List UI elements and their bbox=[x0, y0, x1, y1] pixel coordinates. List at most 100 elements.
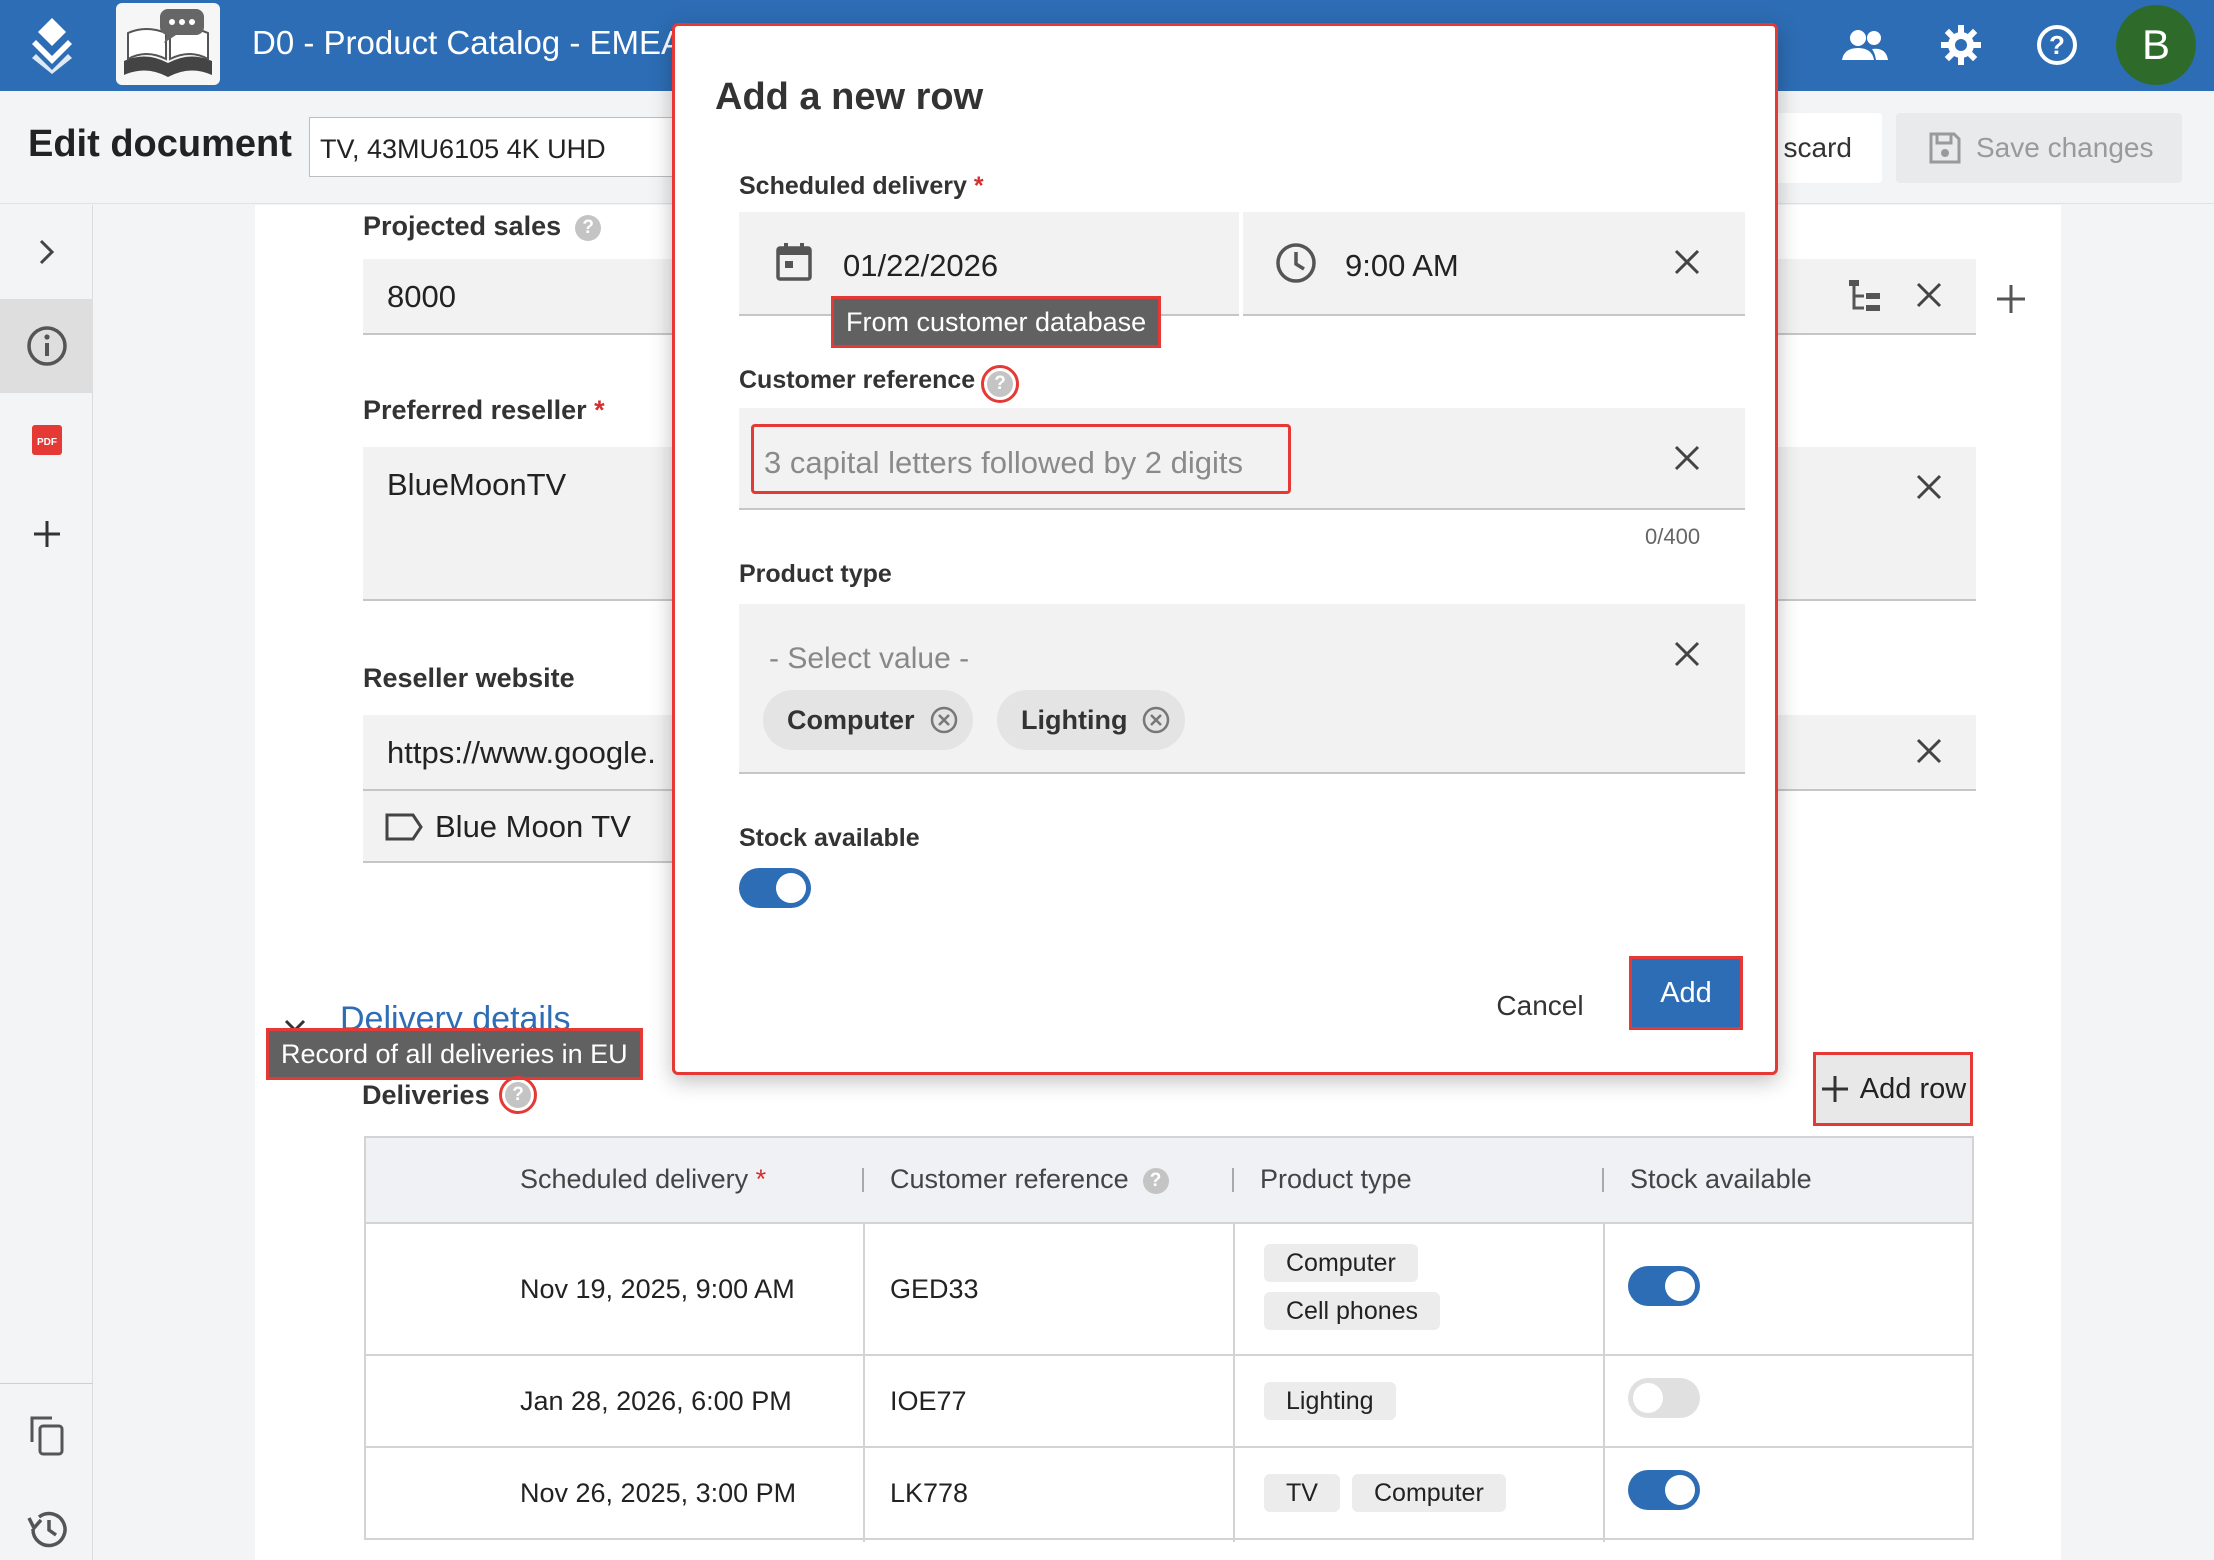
add-row-button[interactable]: Add row bbox=[1813, 1052, 1973, 1126]
copy-button[interactable] bbox=[0, 1388, 93, 1482]
cell-scheduled-delivery: Jan 28, 2026, 6:00 PM bbox=[520, 1386, 792, 1416]
product-type-chip: TV bbox=[1264, 1474, 1340, 1512]
delivery-tooltip: Record of all deliveries in EU bbox=[266, 1028, 643, 1080]
date-time-divider bbox=[1239, 212, 1243, 316]
scheduled-delivery-label: Scheduled delivery * bbox=[739, 172, 984, 201]
app-thumbnail[interactable] bbox=[116, 3, 220, 85]
table-row[interactable]: Nov 26, 2025, 3:00 PM LK778 TV Computer bbox=[366, 1448, 1972, 1540]
product-chip-label: Computer bbox=[787, 704, 915, 735]
required-mark: * bbox=[973, 172, 984, 200]
add-button[interactable] bbox=[0, 487, 93, 581]
document-name-field[interactable]: TV, 43MU6105 4K UHD bbox=[309, 117, 689, 177]
cell-customer-reference: LK778 bbox=[890, 1478, 969, 1508]
product-type-chip: Cell phones bbox=[1264, 1292, 1441, 1330]
projected-sales-label: Projected sales? bbox=[363, 211, 602, 242]
clear-icon[interactable] bbox=[1907, 729, 1951, 773]
customer-reference-label: Customer reference bbox=[739, 366, 976, 394]
customer-reference-field[interactable]: 3 capital letters followed by 2 digits bbox=[739, 408, 1745, 510]
stock-toggle[interactable] bbox=[1628, 1378, 1700, 1418]
required-mark: * bbox=[755, 1164, 767, 1194]
stock-available-toggle[interactable] bbox=[739, 868, 811, 908]
expand-rail-button[interactable] bbox=[0, 205, 93, 299]
save-changes-button[interactable]: Save changes bbox=[1896, 113, 2182, 183]
save-changes-label: Save changes bbox=[1976, 132, 2154, 163]
column-header-stock-available[interactable]: Stock available bbox=[1630, 1164, 1812, 1195]
calendar-icon[interactable] bbox=[775, 242, 813, 282]
save-icon bbox=[1929, 132, 1961, 164]
product-type-label: Product type bbox=[739, 560, 892, 588]
add-button[interactable]: Add bbox=[1629, 956, 1743, 1030]
time-input[interactable]: 9:00 AM bbox=[1345, 248, 1459, 284]
column-header-customer-reference[interactable]: Customer reference? bbox=[890, 1164, 1169, 1195]
plus-icon bbox=[33, 521, 60, 547]
pdf-icon: PDF bbox=[31, 425, 62, 455]
customer-reference-help-icon[interactable]: ? bbox=[981, 365, 1019, 403]
reseller-website-label: Reseller website bbox=[363, 663, 575, 693]
reseller-link-label: Blue Moon TV bbox=[435, 809, 631, 844]
column-resize-handle[interactable] bbox=[1602, 1168, 1604, 1192]
cell-scheduled-delivery: Nov 26, 2025, 3:00 PM bbox=[520, 1478, 797, 1508]
cell-scheduled-delivery: Nov 19, 2025, 9:00 AM bbox=[520, 1274, 795, 1304]
column-resize-handle[interactable] bbox=[862, 1168, 864, 1192]
add-row-dialog: Add a new row Scheduled delivery * 01/22… bbox=[672, 23, 1778, 1075]
remove-chip-icon[interactable] bbox=[1141, 705, 1171, 735]
clear-icon[interactable] bbox=[1907, 273, 1951, 317]
projected-sales-label-text: Projected sales bbox=[363, 211, 562, 241]
clear-icon[interactable] bbox=[1665, 436, 1709, 480]
add-value-icon[interactable] bbox=[1989, 277, 2033, 321]
character-count: 0/400 bbox=[1645, 524, 1701, 549]
preferred-reseller-label: Preferred reseller * bbox=[363, 395, 605, 426]
cell-customer-reference: GED33 bbox=[890, 1274, 979, 1304]
clear-icon[interactable] bbox=[1907, 465, 1951, 509]
stock-toggle[interactable] bbox=[1628, 1470, 1700, 1510]
product-type-chip: Computer bbox=[1264, 1244, 1418, 1282]
remove-chip-icon[interactable] bbox=[929, 705, 959, 735]
preferred-reseller-value: BlueMoonTV bbox=[387, 467, 567, 502]
app-logo-icon[interactable] bbox=[28, 16, 76, 74]
left-rail: PDF bbox=[0, 205, 93, 1560]
deliveries-help-icon[interactable]: ? bbox=[499, 1076, 537, 1114]
stock-available-label: Stock available bbox=[739, 824, 920, 852]
user-avatar[interactable]: B bbox=[2116, 5, 2196, 85]
info-icon bbox=[26, 326, 67, 366]
column-header-label: Scheduled delivery bbox=[520, 1164, 749, 1194]
tree-view-icon[interactable] bbox=[1843, 273, 1887, 317]
chevron-right-icon bbox=[39, 239, 54, 265]
date-input[interactable]: 01/22/2026 bbox=[843, 248, 998, 284]
history-button[interactable] bbox=[0, 1482, 93, 1560]
product-chip: Lighting bbox=[997, 690, 1186, 750]
product-type-chip: Computer bbox=[1352, 1474, 1506, 1512]
product-chip: Computer bbox=[763, 690, 973, 750]
column-header-product-type[interactable]: Product type bbox=[1260, 1164, 1412, 1195]
help-icon[interactable]: ? bbox=[575, 215, 602, 241]
users-icon[interactable] bbox=[1838, 18, 1892, 72]
required-mark: * bbox=[594, 395, 605, 425]
customer-reference-input[interactable]: 3 capital letters followed by 2 digits bbox=[751, 424, 1291, 494]
gear-icon[interactable] bbox=[1934, 18, 1988, 72]
add-row-label: Add row bbox=[1859, 1072, 1967, 1105]
preferred-reseller-label-text: Preferred reseller bbox=[363, 395, 587, 425]
table-header: Scheduled delivery * Customer reference?… bbox=[366, 1138, 1972, 1224]
projected-sales-value: 8000 bbox=[387, 279, 456, 314]
dialog-title: Add a new row bbox=[715, 76, 984, 118]
deliveries-label: Deliveries bbox=[362, 1080, 490, 1110]
pdf-button[interactable]: PDF bbox=[0, 393, 93, 487]
column-header-scheduled-delivery[interactable]: Scheduled delivery * bbox=[520, 1164, 766, 1195]
reseller-website-value: https://www.google. bbox=[387, 735, 656, 770]
product-type-select[interactable]: - Select value - Computer Lighting bbox=[739, 604, 1745, 774]
product-type-chip: Lighting bbox=[1264, 1382, 1396, 1420]
clear-icon[interactable] bbox=[1665, 632, 1709, 676]
clear-icon[interactable] bbox=[1665, 240, 1709, 284]
clock-icon[interactable] bbox=[1275, 242, 1317, 284]
info-button[interactable] bbox=[0, 299, 93, 393]
table-row[interactable]: Nov 19, 2025, 9:00 AM GED33 Computer Cel… bbox=[366, 1224, 1972, 1356]
help-icon[interactable]: ? bbox=[2030, 18, 2084, 72]
label-tag-icon bbox=[385, 813, 423, 841]
column-resize-handle[interactable] bbox=[1232, 1168, 1234, 1192]
page-title: Edit document bbox=[28, 123, 292, 165]
table-row[interactable]: Jan 28, 2026, 6:00 PM IOE77 Lighting bbox=[366, 1356, 1972, 1448]
cancel-button[interactable]: Cancel bbox=[1475, 974, 1605, 1038]
stock-toggle[interactable] bbox=[1628, 1266, 1700, 1306]
help-icon[interactable]: ? bbox=[1142, 1168, 1169, 1194]
copy-icon bbox=[30, 1416, 63, 1456]
